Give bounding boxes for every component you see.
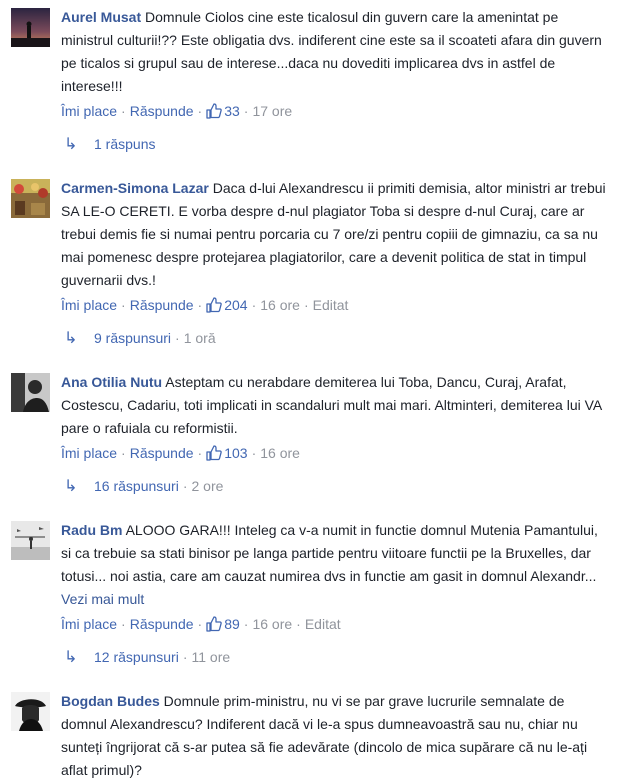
- separator: ·: [121, 616, 126, 632]
- like-button[interactable]: Îmi place: [61, 297, 117, 313]
- comment-actions: Îmi place · Răspunde · 33 · 17 ore: [61, 100, 620, 125]
- comment-body: ALOOO GARA!!! Inteleg ca v-a numit in fu…: [61, 522, 598, 584]
- like-button[interactable]: Îmi place: [61, 103, 117, 119]
- replies-count[interactable]: 16 răspunsuri: [94, 478, 179, 494]
- separator: ·: [197, 445, 203, 461]
- like-button[interactable]: Îmi place: [61, 445, 117, 461]
- like-count[interactable]: 33: [206, 103, 240, 119]
- reply-button[interactable]: Răspunde: [130, 297, 194, 313]
- edited-label[interactable]: Editat: [313, 297, 349, 313]
- comment-author[interactable]: Ana Otilia Nutu: [61, 374, 162, 390]
- comment-time[interactable]: 16 ore: [260, 297, 300, 313]
- separator: ·: [182, 478, 188, 494]
- avatar[interactable]: [11, 521, 50, 560]
- comment-actions: Îmi place · Răspunde · 204 · 16 ore · Editat: [61, 294, 620, 319]
- comment-time[interactable]: 16 ore: [252, 616, 292, 632]
- separator: ·: [197, 616, 203, 632]
- comment-author[interactable]: Radu Bm: [61, 522, 122, 538]
- comment-body: Domnule Ciolos cine este ticalosul din g…: [61, 9, 602, 94]
- comment-text: Bogdan Budes Domnule prim-ministru, nu v…: [61, 690, 620, 782]
- thumbs-up-icon: [206, 616, 222, 638]
- comment: Bogdan Budes Domnule prim-ministru, nu v…: [0, 690, 620, 782]
- separator: ·: [121, 103, 126, 119]
- like-count[interactable]: 204: [206, 297, 248, 313]
- view-replies[interactable]: ↳ 9 răspunsuri · 1 oră: [64, 327, 620, 350]
- comment: Carmen-Simona Lazar Daca d-lui Alexandre…: [0, 177, 620, 350]
- avatar[interactable]: [11, 179, 50, 218]
- avatar[interactable]: [11, 8, 50, 47]
- reply-arrow-icon: ↳: [64, 478, 78, 495]
- reply-button[interactable]: Răspunde: [130, 616, 194, 632]
- separator: ·: [296, 616, 301, 632]
- comment: Radu Bm ALOOO GARA!!! Inteleg ca v-a num…: [0, 519, 620, 669]
- comment-time[interactable]: 16 ore: [260, 445, 300, 461]
- replies-count[interactable]: 12 răspunsuri: [94, 649, 179, 665]
- comment-actions: Îmi place · Răspunde · 103 · 16 ore: [61, 442, 620, 467]
- comment-author[interactable]: Aurel Musat: [61, 9, 141, 25]
- comment-text: Ana Otilia Nutu Asteptam cu nerabdare de…: [61, 371, 620, 440]
- comment-text: Radu Bm ALOOO GARA!!! Inteleg ca v-a num…: [61, 519, 620, 611]
- like-count[interactable]: 103: [206, 445, 248, 461]
- reply-arrow-icon: ↳: [64, 649, 78, 666]
- view-replies[interactable]: ↳ 1 răspuns: [64, 133, 620, 156]
- reply-arrow-icon: ↳: [64, 330, 78, 347]
- comment-body: Daca d-lui Alexandrescu ii primiti demis…: [61, 180, 606, 288]
- replies-time: 2 ore: [191, 478, 224, 494]
- separator: ·: [182, 649, 188, 665]
- thumbs-up-icon: [206, 103, 222, 125]
- reply-arrow-icon: ↳: [64, 136, 78, 153]
- separator: ·: [243, 616, 249, 632]
- view-replies[interactable]: ↳ 16 răspunsuri · 2 ore: [64, 475, 620, 498]
- separator: ·: [197, 297, 203, 313]
- view-replies[interactable]: ↳ 12 răspunsuri · 11 ore: [64, 646, 620, 669]
- comment: Ana Otilia Nutu Asteptam cu nerabdare de…: [0, 371, 620, 498]
- comment-text: Aurel Musat Domnule Ciolos cine este tic…: [61, 6, 620, 98]
- thumbs-up-icon: [206, 297, 222, 319]
- comment-actions: Îmi place · Răspunde · 89 · 16 ore · Editat: [61, 613, 620, 638]
- separator: ·: [251, 297, 257, 313]
- separator: ·: [197, 103, 203, 119]
- reply-button[interactable]: Răspunde: [130, 103, 194, 119]
- replies-count[interactable]: 1 răspuns: [94, 136, 155, 152]
- edited-label[interactable]: Editat: [305, 616, 341, 632]
- thumbs-up-icon: [206, 445, 222, 467]
- comment-time[interactable]: 17 ore: [252, 103, 292, 119]
- replies-count[interactable]: 9 răspunsuri: [94, 330, 171, 346]
- comment-author[interactable]: Bogdan Budes: [61, 693, 160, 709]
- avatar[interactable]: [11, 692, 50, 731]
- separator: ·: [121, 297, 126, 313]
- avatar[interactable]: [11, 373, 50, 412]
- separator: ·: [243, 103, 249, 119]
- separator: ·: [175, 330, 180, 346]
- see-more-link[interactable]: Vezi mai mult: [61, 591, 144, 607]
- comment-author[interactable]: Carmen-Simona Lazar: [61, 180, 209, 196]
- replies-time: 11 ore: [191, 649, 231, 665]
- like-button[interactable]: Îmi place: [61, 616, 117, 632]
- replies-time: 1 oră: [183, 330, 216, 346]
- comment-text: Carmen-Simona Lazar Daca d-lui Alexandre…: [61, 177, 620, 292]
- separator: ·: [303, 297, 309, 313]
- separator: ·: [251, 445, 257, 461]
- like-count[interactable]: 89: [206, 616, 240, 632]
- separator: ·: [121, 445, 126, 461]
- comment: Aurel Musat Domnule Ciolos cine este tic…: [0, 0, 620, 156]
- reply-button[interactable]: Răspunde: [130, 445, 194, 461]
